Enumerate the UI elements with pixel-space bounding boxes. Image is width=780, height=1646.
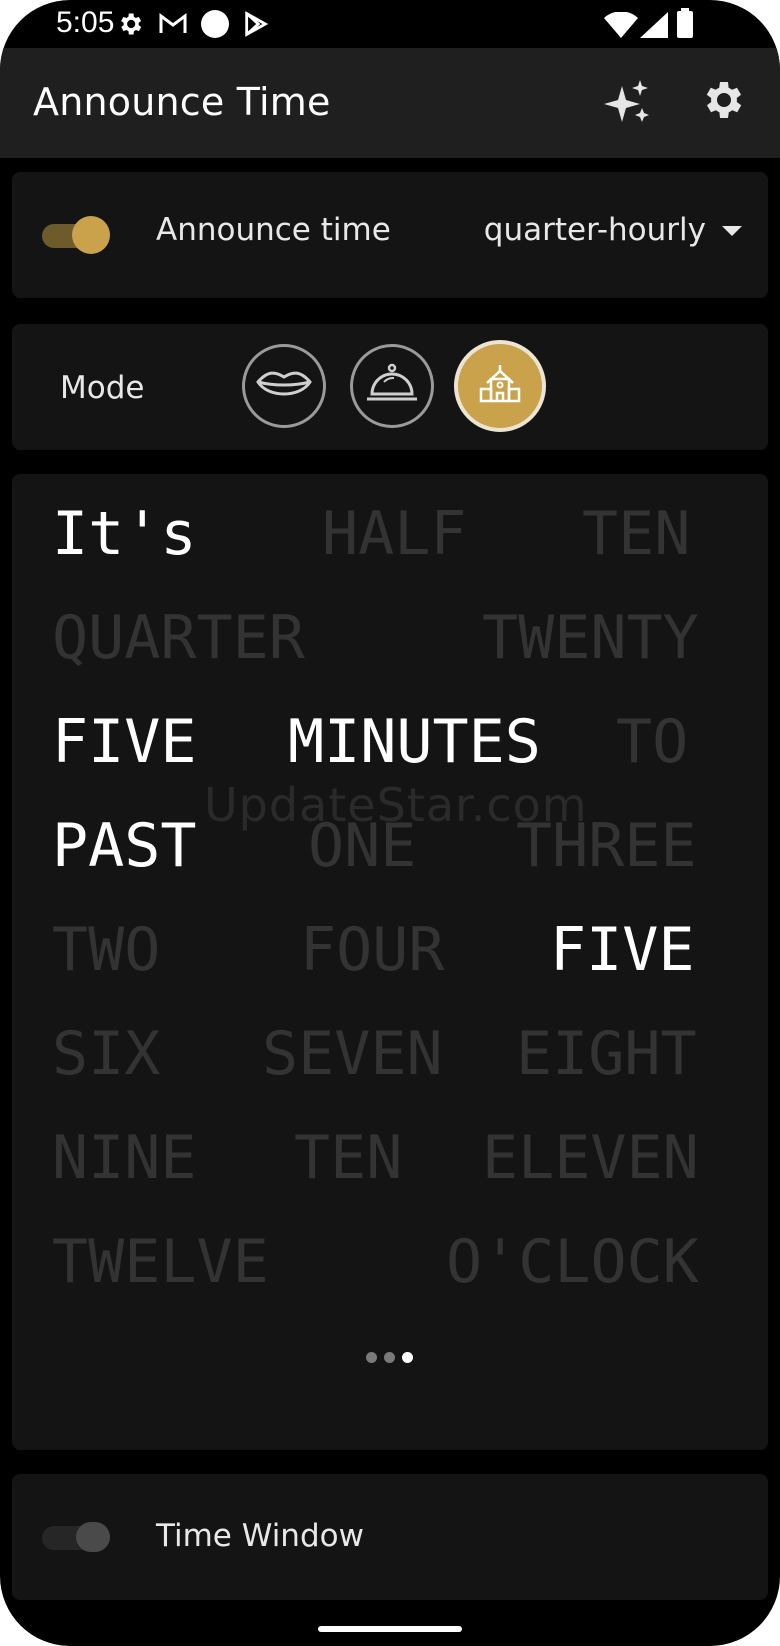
sparkles-button[interactable] [602, 76, 654, 128]
app-title: Announce Time [33, 80, 331, 124]
word-past: PAST [52, 811, 197, 881]
toggle-thumb [76, 1522, 110, 1552]
word-five-min: FIVE [52, 707, 197, 777]
mode-card: Mode [12, 324, 768, 450]
signal-icon [640, 12, 668, 46]
app-bar: Announce Time [0, 48, 780, 158]
word-nine: NINE [52, 1123, 197, 1193]
gmail-icon [158, 10, 188, 46]
mode-speech-button[interactable] [242, 344, 326, 428]
time-window-label: Time Window [156, 1518, 364, 1554]
word-twelve: TWELVE [52, 1227, 269, 1297]
word-to: TO [616, 707, 689, 777]
word-minutes: MINUTES [288, 707, 541, 777]
word-seven: SEVEN [262, 1019, 443, 1089]
mode-bell-button[interactable] [350, 344, 434, 428]
announce-time-label: Announce time [156, 212, 391, 248]
interval-dropdown[interactable]: quarter-hourly [484, 208, 742, 252]
toggle-thumb [72, 216, 110, 254]
settings-button[interactable] [698, 76, 750, 128]
word-two: TWO [52, 915, 161, 985]
status-bar: 5:05 [0, 0, 780, 50]
home-indicator[interactable] [318, 1626, 462, 1632]
battery-icon [676, 8, 694, 46]
announce-time-card: Announce time quarter-hourly [12, 172, 768, 298]
time-window-card: Time Window [12, 1474, 768, 1600]
word-its: It's [52, 499, 197, 569]
time-window-toggle[interactable] [42, 1518, 110, 1556]
page-indicator[interactable] [366, 1352, 426, 1366]
word-half: HALF [322, 499, 467, 569]
word-three: THREE [516, 811, 697, 881]
circle-icon [200, 9, 230, 47]
mode-school-button[interactable] [454, 340, 546, 432]
word-one: ONE [308, 811, 417, 881]
page-dot-3[interactable] [402, 1352, 413, 1363]
settings-icon [116, 10, 144, 46]
interval-value: quarter-hourly [483, 212, 706, 248]
announce-time-toggle[interactable] [42, 216, 110, 254]
wifi-icon [604, 11, 638, 46]
sparkles-icon [602, 80, 654, 132]
word-eight: EIGHT [516, 1019, 697, 1089]
word-clock-card[interactable]: UpdateStar.com It's HALF TEN QUARTER TWE… [12, 474, 768, 1450]
play-store-icon [242, 10, 270, 46]
word-ten-hour: TEN [294, 1123, 403, 1193]
word-oclock: O'CLOCK [446, 1227, 699, 1297]
word-eleven: ELEVEN [482, 1123, 699, 1193]
word-six: SIX [52, 1019, 161, 1089]
lips-icon [254, 364, 314, 409]
word-four: FOUR [300, 915, 445, 985]
gear-icon [698, 82, 746, 128]
status-time: 5:05 [56, 6, 115, 39]
service-bell-icon [364, 362, 420, 411]
schoolhouse-icon [475, 359, 525, 414]
mode-label: Mode [60, 370, 145, 406]
word-quarter: QUARTER [52, 603, 305, 673]
word-twenty: TWENTY [482, 603, 699, 673]
word-ten-min: TEN [582, 499, 691, 569]
word-five-hour: FIVE [550, 915, 695, 985]
phone-screen: 5:05 Announce Time Announce time quarter… [0, 0, 780, 1646]
page-dot-2[interactable] [384, 1352, 395, 1363]
page-dot-1[interactable] [366, 1352, 377, 1363]
dropdown-arrow-icon [722, 226, 742, 236]
